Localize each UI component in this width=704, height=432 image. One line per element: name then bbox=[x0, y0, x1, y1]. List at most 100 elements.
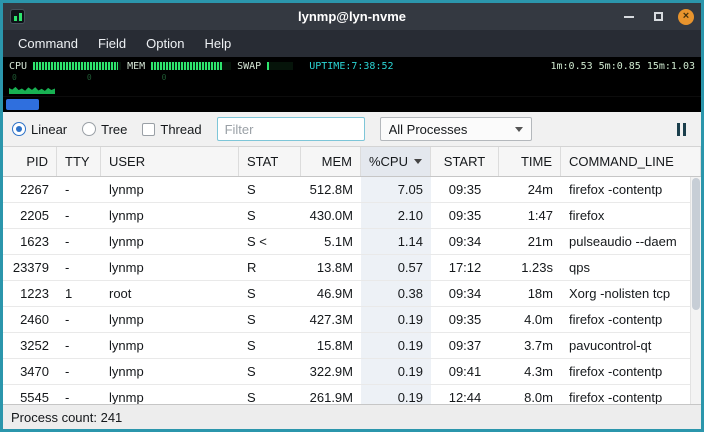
table-cell: 0.19 bbox=[361, 307, 431, 332]
process-filter-select[interactable]: All Processes bbox=[380, 117, 532, 141]
table-cell: 2.10 bbox=[361, 203, 431, 228]
window-menu-icon[interactable] bbox=[10, 9, 25, 24]
table-row[interactable]: 2267-lynmpS512.8M7.0509:3524mfirefox -co… bbox=[3, 177, 690, 203]
table-row[interactable]: 1623-lynmpS <5.1M1.1409:3421mpulseaudio … bbox=[3, 229, 690, 255]
column-header--cpu[interactable]: %CPU bbox=[361, 147, 431, 176]
monitor-strip bbox=[3, 96, 701, 112]
column-header-label: TIME bbox=[521, 154, 552, 169]
maximize-button[interactable] bbox=[649, 8, 667, 26]
process-table-body: 2267-lynmpS512.8M7.0509:3524mfirefox -co… bbox=[3, 177, 690, 404]
table-cell: 46.9M bbox=[301, 281, 361, 306]
pause-button[interactable] bbox=[671, 119, 692, 140]
table-cell: firefox -contentp bbox=[561, 359, 690, 384]
table-row[interactable]: 2205-lynmpS430.0M2.1009:351:47firefox bbox=[3, 203, 690, 229]
table-cell: 23379 bbox=[3, 255, 57, 280]
tree-radio-label[interactable]: Tree bbox=[101, 122, 127, 137]
table-cell: S bbox=[239, 333, 301, 358]
table-row[interactable]: 12231rootS46.9M0.3809:3418mXorg -noliste… bbox=[3, 281, 690, 307]
table-cell: 1:47 bbox=[499, 203, 561, 228]
thread-checkbox-group[interactable]: Thread bbox=[142, 122, 201, 137]
thread-checkbox-label[interactable]: Thread bbox=[160, 122, 201, 137]
table-cell: lynmp bbox=[101, 229, 239, 254]
menu-item-option[interactable]: Option bbox=[136, 32, 194, 55]
column-header-stat[interactable]: STAT bbox=[239, 147, 301, 176]
table-cell: firefox -contentp bbox=[561, 307, 690, 332]
table-cell: S bbox=[239, 281, 301, 306]
app-window: lynmp@lyn-nvme × Command Field Option He… bbox=[0, 0, 704, 432]
column-header-user[interactable]: USER bbox=[101, 147, 239, 176]
table-row[interactable]: 23379-lynmpR13.8M0.5717:121.23sqps bbox=[3, 255, 690, 281]
tree-radio-group[interactable]: Tree bbox=[82, 122, 127, 137]
table-cell: 2205 bbox=[3, 203, 57, 228]
minimize-button[interactable] bbox=[620, 8, 638, 26]
table-cell: 3252 bbox=[3, 333, 57, 358]
process-count-text: Process count: 241 bbox=[11, 410, 122, 425]
table-cell: 12:44 bbox=[431, 385, 499, 404]
close-button[interactable]: × bbox=[678, 9, 694, 25]
table-cell: 09:37 bbox=[431, 333, 499, 358]
table-row[interactable]: 3252-lynmpS15.8M0.1909:373.7mpavucontrol… bbox=[3, 333, 690, 359]
table-cell: 0.19 bbox=[361, 333, 431, 358]
table-cell: 7.05 bbox=[361, 177, 431, 202]
column-header-tty[interactable]: TTY bbox=[57, 147, 101, 176]
table-cell: - bbox=[57, 385, 101, 404]
menu-item-command[interactable]: Command bbox=[8, 32, 88, 55]
table-cell: S bbox=[239, 203, 301, 228]
table-header: PID TTY USERSTATMEM%CPUSTART TIME COMMAND_LI… bbox=[3, 147, 701, 177]
column-header-pid[interactable]: PID bbox=[3, 147, 57, 176]
maximize-icon bbox=[654, 12, 663, 21]
column-header-command-line[interactable]: COMMAND_LINE bbox=[561, 147, 701, 176]
table-cell: 0.19 bbox=[361, 385, 431, 404]
table-cell: 09:41 bbox=[431, 359, 499, 384]
process-table: 2267-lynmpS512.8M7.0509:3524mfirefox -co… bbox=[3, 177, 701, 404]
table-row[interactable]: 5545-lynmpS261.9M0.1912:448.0mfirefox -c… bbox=[3, 385, 690, 404]
linear-radio[interactable] bbox=[12, 122, 26, 136]
minimize-icon bbox=[624, 16, 634, 18]
filter-input[interactable] bbox=[217, 117, 365, 141]
vertical-scrollbar[interactable] bbox=[690, 177, 701, 404]
table-cell: 1.23s bbox=[499, 255, 561, 280]
table-cell: S bbox=[239, 177, 301, 202]
column-header-mem[interactable]: MEM bbox=[301, 147, 361, 176]
tree-radio[interactable] bbox=[82, 122, 96, 136]
table-cell: 1223 bbox=[3, 281, 57, 306]
table-cell: S < bbox=[239, 229, 301, 254]
monitor-page-indicator[interactable] bbox=[6, 99, 39, 110]
table-cell: 09:34 bbox=[431, 229, 499, 254]
table-cell: 512.8M bbox=[301, 177, 361, 202]
column-header-label: COMMAND_LINE bbox=[569, 154, 674, 169]
process-filter-value: All Processes bbox=[389, 122, 509, 137]
column-header-label: TTY bbox=[65, 154, 90, 169]
scrollbar-thumb[interactable] bbox=[692, 178, 700, 310]
menu-item-help[interactable]: Help bbox=[194, 32, 241, 55]
table-cell: 09:35 bbox=[431, 203, 499, 228]
column-header-start[interactable]: START bbox=[431, 147, 499, 176]
table-cell: 09:35 bbox=[431, 307, 499, 332]
table-cell: 1 bbox=[57, 281, 101, 306]
monitor-tick-labels: 0 0 0 bbox=[9, 73, 695, 82]
column-header-time[interactable]: TIME bbox=[499, 147, 561, 176]
thread-checkbox[interactable] bbox=[142, 123, 155, 136]
table-cell: - bbox=[57, 307, 101, 332]
table-cell: 430.0M bbox=[301, 203, 361, 228]
table-row[interactable]: 2460-lynmpS427.3M0.1909:354.0mfirefox -c… bbox=[3, 307, 690, 333]
table-cell: 2460 bbox=[3, 307, 57, 332]
table-cell: 09:35 bbox=[431, 177, 499, 202]
linear-radio-group[interactable]: Linear bbox=[12, 122, 67, 137]
table-cell: pulseaudio --daem bbox=[561, 229, 690, 254]
table-cell: 427.3M bbox=[301, 307, 361, 332]
cpu-history-graph bbox=[9, 83, 55, 94]
table-cell: 09:34 bbox=[431, 281, 499, 306]
table-cell: 4.0m bbox=[499, 307, 561, 332]
linear-radio-label[interactable]: Linear bbox=[31, 122, 67, 137]
sort-descending-icon bbox=[414, 159, 422, 164]
menu-item-field[interactable]: Field bbox=[88, 32, 136, 55]
table-cell: firefox bbox=[561, 203, 690, 228]
table-cell: lynmp bbox=[101, 333, 239, 358]
table-row[interactable]: 3470-lynmpS322.9M0.1909:414.3mfirefox -c… bbox=[3, 359, 690, 385]
table-cell: 322.9M bbox=[301, 359, 361, 384]
table-cell: lynmp bbox=[101, 255, 239, 280]
table-cell: lynmp bbox=[101, 203, 239, 228]
swap-meter bbox=[267, 62, 293, 70]
table-cell: 15.8M bbox=[301, 333, 361, 358]
